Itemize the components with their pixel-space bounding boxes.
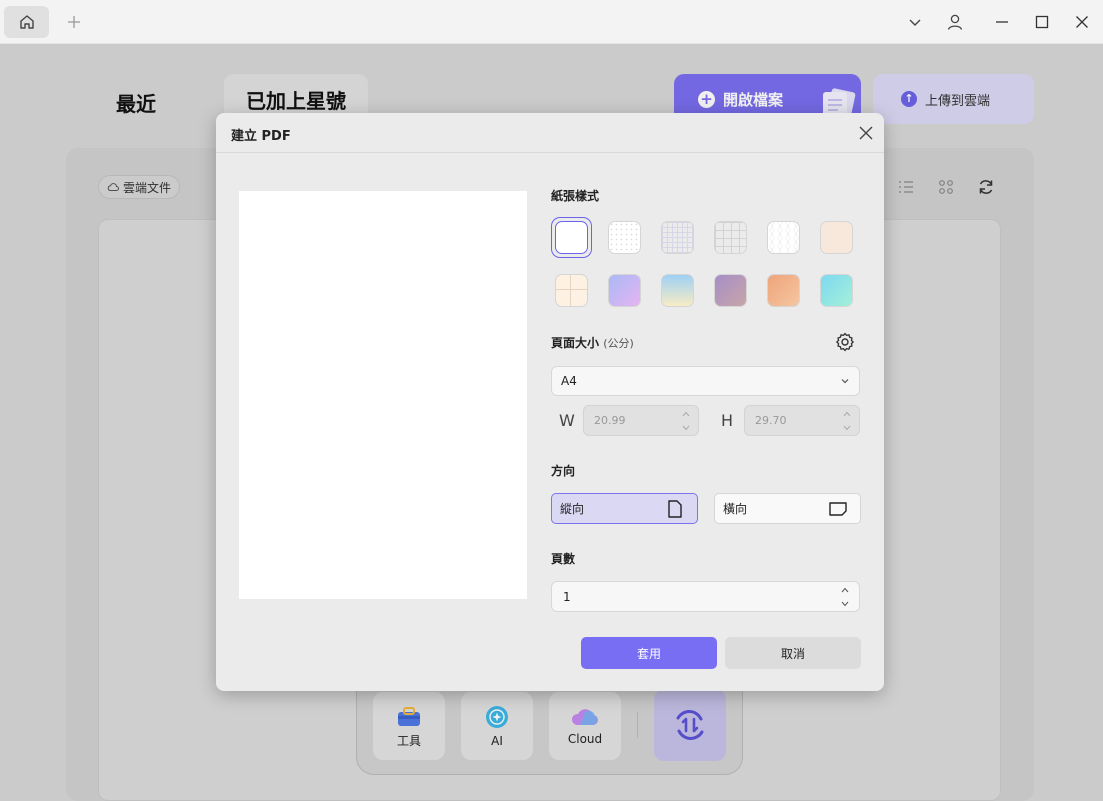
- minimize-button[interactable]: [989, 10, 1015, 34]
- create-pdf-dialog: 建立 PDF 紙張樣式 頁面大小 (公分) A4 W 20.99 H 29.70…: [216, 113, 884, 691]
- close-window-button[interactable]: [1069, 10, 1095, 34]
- paper-style-cream-sections[interactable]: [555, 274, 588, 307]
- stepper-up-icon: [682, 411, 690, 417]
- width-input[interactable]: 20.99: [583, 405, 699, 436]
- close-icon: [1076, 16, 1088, 28]
- home-tab[interactable]: [4, 6, 49, 38]
- apply-button[interactable]: 套用: [581, 637, 717, 669]
- paper-style-isometric[interactable]: [767, 221, 800, 254]
- landscape-page-icon: [829, 502, 847, 516]
- cancel-button[interactable]: 取消: [725, 637, 861, 669]
- width-letter: W: [559, 411, 575, 430]
- paper-style-fine-grid[interactable]: [661, 221, 694, 254]
- page-count-stepper[interactable]: [841, 587, 849, 607]
- title-bar: [0, 0, 1103, 44]
- paper-style-blank-white[interactable]: [555, 221, 588, 254]
- paper-style-aqua-gradient[interactable]: [820, 274, 853, 307]
- chevron-down-icon: [841, 379, 849, 384]
- dialog-title: 建立 PDF: [231, 129, 291, 144]
- portrait-label: 縱向: [560, 502, 585, 516]
- paper-style-dot-grid[interactable]: [608, 221, 641, 254]
- paper-style-peach[interactable]: [820, 221, 853, 254]
- paper-style-lavender-gradient[interactable]: [608, 274, 641, 307]
- minimize-icon: [996, 21, 1008, 23]
- height-stepper[interactable]: [843, 411, 851, 431]
- orientation-label: 方向: [551, 464, 576, 478]
- stepper-down-icon: [682, 425, 690, 431]
- paper-style-mauve-gradient[interactable]: [714, 274, 747, 307]
- page-size-unit: (公分): [603, 337, 634, 350]
- plus-icon: [68, 16, 80, 28]
- stepper-down-icon: [843, 425, 851, 431]
- height-letter: H: [721, 411, 734, 430]
- dialog-header: 建立 PDF: [216, 113, 884, 153]
- chevron-down-icon: [909, 19, 921, 26]
- page-size-label-text: 頁面大小: [551, 336, 600, 350]
- pages-label: 頁數: [551, 552, 576, 566]
- stepper-up-icon: [843, 411, 851, 417]
- dialog-close-icon[interactable]: [857, 124, 875, 142]
- maximize-icon: [1035, 15, 1049, 29]
- page-size-select[interactable]: A4: [551, 366, 860, 396]
- width-stepper[interactable]: [682, 411, 690, 431]
- height-input[interactable]: 29.70: [744, 405, 860, 436]
- stepper-up-icon: [841, 587, 849, 593]
- portrait-option[interactable]: 縱向: [551, 493, 698, 524]
- portrait-page-icon: [668, 500, 682, 518]
- width-value: 20.99: [594, 414, 626, 427]
- dropdown-button[interactable]: [902, 10, 928, 34]
- landscape-option[interactable]: 橫向: [714, 493, 861, 524]
- gear-icon[interactable]: [834, 331, 856, 353]
- paper-style-label: 紙張樣式: [551, 189, 600, 203]
- user-icon: [947, 14, 963, 30]
- new-tab-button[interactable]: [62, 10, 86, 34]
- paper-style-orange-gradient[interactable]: [767, 274, 800, 307]
- home-icon: [19, 15, 34, 29]
- height-value: 29.70: [755, 414, 787, 427]
- account-button[interactable]: [942, 10, 968, 34]
- page-preview: [239, 191, 527, 599]
- page-count-input[interactable]: 1: [551, 581, 860, 612]
- paper-style-sky-gradient[interactable]: [661, 274, 694, 307]
- paper-style-square-grid[interactable]: [714, 221, 747, 254]
- stepper-down-icon: [841, 601, 849, 607]
- page-size-value: A4: [561, 374, 577, 388]
- page-count-value: 1: [563, 589, 571, 604]
- landscape-label: 橫向: [723, 502, 748, 516]
- page-size-label: 頁面大小 (公分): [551, 334, 634, 351]
- maximize-button[interactable]: [1029, 10, 1055, 34]
